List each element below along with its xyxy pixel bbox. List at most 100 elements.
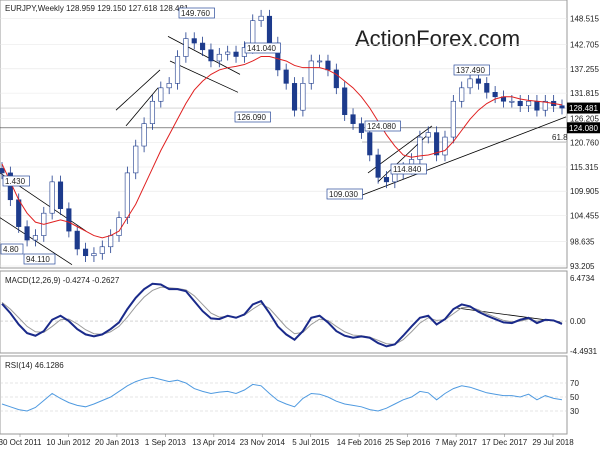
- price-annotation-label: 109.030: [329, 190, 358, 199]
- candle-body: [517, 100, 523, 107]
- price-box-label: 124.080: [569, 124, 598, 133]
- candle-body: [434, 132, 440, 156]
- price-annotation-label: 124.080: [367, 122, 396, 131]
- rsi-y-tick-label: 30: [570, 407, 579, 416]
- price-annotation-label: 114.840: [393, 165, 422, 174]
- price-y-tick-label: 126.205: [570, 114, 599, 123]
- macd-y-tick-label: -4.4931: [570, 347, 598, 356]
- rsi-y-axis: 70 50 30: [570, 379, 579, 416]
- price-header: EURJPY,Weekly 128.959 129.150 127.618 12…: [5, 4, 189, 13]
- price-annotation-label: 94.110: [26, 255, 50, 264]
- candle-body: [99, 246, 105, 254]
- candle-body: [191, 38, 197, 44]
- candle-body: [467, 78, 473, 89]
- candle-body: [91, 253, 97, 257]
- candle-body: [425, 132, 431, 138]
- candle-body: [149, 100, 156, 124]
- candle-body: [24, 226, 30, 241]
- price-y-tick-label: 93.205: [570, 262, 595, 271]
- candle-body: [459, 87, 465, 102]
- rsi-y-tick-label: 50: [570, 393, 579, 402]
- candle-body: [317, 60, 323, 63]
- macd-y-tick-label: 0.00: [570, 317, 586, 326]
- macd-y-tick-label: 6.4734: [570, 274, 595, 283]
- candle-body: [0, 168, 5, 174]
- candle-body: [174, 56, 181, 84]
- price-y-tick-label: 104.455: [570, 212, 599, 221]
- candle-body: [266, 15, 273, 44]
- candle-body: [350, 114, 356, 124]
- candle-body: [308, 60, 314, 84]
- macd-header: MACD(12,26,9) -0.4274 -0.2627: [5, 276, 120, 285]
- candle-body: [442, 136, 448, 156]
- x-tick-label: 10 Jun 2012: [46, 438, 91, 447]
- price-annotation-label: 4.80: [3, 245, 19, 254]
- candle-body: [208, 49, 214, 62]
- price-y-tick-label: 98.635: [570, 238, 595, 247]
- candle-body: [66, 208, 72, 232]
- candle-body: [83, 248, 89, 257]
- candle-body: [367, 132, 373, 156]
- candle-body: [559, 105, 565, 109]
- candle-body: [333, 69, 339, 89]
- candle-body: [183, 38, 189, 57]
- price-annotation-label: 149.760: [181, 9, 210, 18]
- candle-body: [74, 230, 80, 250]
- price-y-tick-label: 109.905: [570, 187, 599, 196]
- candle-body: [116, 217, 122, 236]
- price-y-tick-label: 120.760: [570, 139, 599, 148]
- candle-body: [16, 199, 22, 227]
- price-y-tick-label: 115.315: [570, 163, 599, 172]
- x-tick-label: 20 Jan 2013: [95, 438, 140, 447]
- candle-body: [300, 83, 306, 111]
- chart: ActionForex.com EURJPY,Weekly 128.959 12…: [0, 0, 600, 450]
- candle-body: [158, 87, 164, 102]
- price-y-tick-label: 148.515: [570, 14, 599, 23]
- price-annotation-label: 1.430: [5, 177, 26, 186]
- candle-body: [108, 235, 114, 248]
- candle-body: [225, 51, 231, 55]
- candle-body: [283, 69, 289, 84]
- candle-body: [258, 15, 264, 21]
- x-tick-label: 29 Jul 2018: [532, 438, 574, 447]
- candle-body: [475, 78, 481, 84]
- price-y-tick-label: 137.255: [570, 65, 599, 74]
- rsi-y-tick-label: 70: [570, 379, 579, 388]
- candle-body: [141, 123, 147, 147]
- x-tick-label: 30 Oct 2011: [0, 438, 42, 447]
- candle-body: [534, 100, 540, 111]
- candle-body: [133, 145, 139, 174]
- candle-body: [375, 154, 381, 178]
- x-tick-label: 13 Apr 2014: [192, 438, 236, 447]
- candle-body: [166, 83, 172, 89]
- candle-body: [358, 123, 364, 133]
- price-box-label: 128.481: [569, 104, 598, 113]
- price-y-tick-label: 142.705: [570, 40, 599, 49]
- x-tick-label: 1 Sep 2013: [145, 438, 186, 447]
- candle-body: [291, 83, 298, 111]
- candle-body: [492, 92, 498, 98]
- rsi-header: RSI(14) 46.1286: [5, 361, 64, 370]
- candle-body: [57, 181, 64, 210]
- candle-body: [484, 83, 490, 93]
- x-tick-label: 23 Nov 2014: [240, 438, 286, 447]
- candle-body: [233, 51, 239, 57]
- price-annotation-label: 141.040: [247, 44, 276, 53]
- x-tick-label: 7 May 2017: [435, 438, 477, 447]
- candle-body: [450, 100, 456, 138]
- candle-body: [32, 235, 38, 241]
- retracement-label: 61.8: [552, 133, 568, 142]
- candle-body: [325, 60, 331, 71]
- candle-body: [124, 172, 130, 218]
- price-annotation-label: 126.090: [237, 113, 266, 122]
- candle-body: [342, 87, 348, 115]
- price-annotation-label: 137.490: [456, 66, 485, 75]
- x-tick-label: 25 Sep 2016: [385, 438, 431, 447]
- price-y-tick-label: 131.815: [570, 89, 599, 98]
- chart-background: [0, 0, 600, 450]
- candle-body: [509, 100, 515, 103]
- candle-body: [216, 53, 222, 62]
- candle-body: [526, 100, 532, 107]
- x-tick-label: 14 Feb 2016: [337, 438, 382, 447]
- x-tick-label: 17 Dec 2017: [482, 438, 528, 447]
